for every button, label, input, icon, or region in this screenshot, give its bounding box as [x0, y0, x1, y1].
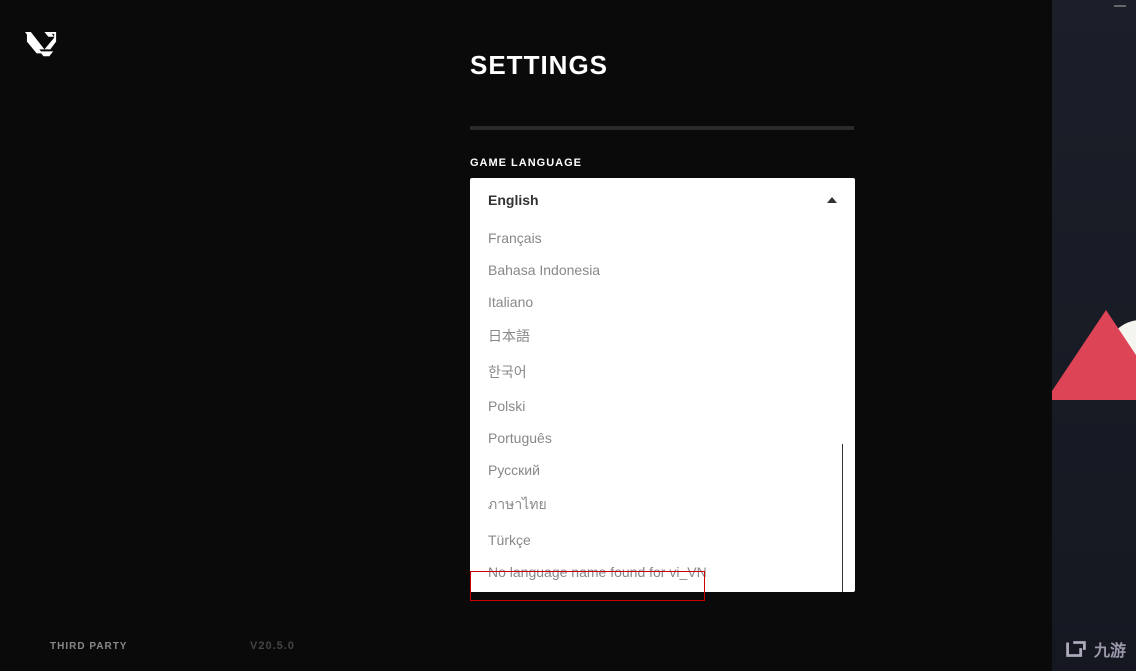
language-option-polski[interactable]: Polski: [470, 390, 855, 422]
language-option-vivn[interactable]: No language name found for vi_VN: [470, 556, 855, 588]
language-dropdown-options: Français Bahasa Indonesia Italiano 日本語 한…: [470, 222, 855, 592]
language-option-portugues[interactable]: Português: [470, 422, 855, 454]
language-dropdown[interactable]: English Français Bahasa Indonesia Italia…: [470, 178, 855, 592]
language-option-korean[interactable]: 한국어: [470, 354, 855, 390]
language-option-russian[interactable]: Русский: [470, 454, 855, 486]
language-option-chinese-traditional[interactable]: 中文（繁體）: [470, 588, 855, 592]
watermark-text: 九游: [1094, 637, 1126, 661]
watermark-logo-icon: [1062, 635, 1090, 663]
section-divider: [470, 126, 854, 130]
language-option-italiano[interactable]: Italiano: [470, 286, 855, 318]
language-option-japanese[interactable]: 日本語: [470, 318, 855, 354]
right-panel: [1052, 0, 1136, 671]
chevron-up-icon: [827, 197, 837, 203]
language-option-turkce[interactable]: Türkçe: [470, 524, 855, 556]
page-title: SETTINGS: [470, 50, 608, 81]
language-option-bahasa[interactable]: Bahasa Indonesia: [470, 254, 855, 286]
main-container: SETTINGS GAME LANGUAGE English Français …: [0, 0, 1052, 671]
valorant-logo-icon: [25, 30, 60, 60]
language-option-francais[interactable]: Français: [470, 222, 855, 254]
language-dropdown-selected[interactable]: English: [470, 178, 855, 222]
language-option-thai[interactable]: ภาษาไทย: [470, 486, 855, 524]
version-label: V20.5.0: [250, 640, 295, 652]
language-dropdown-selected-text: English: [488, 192, 539, 208]
third-party-label: THIRD PARTY: [50, 641, 127, 652]
minimize-icon[interactable]: [1114, 5, 1126, 7]
decorative-triangle: [1052, 310, 1136, 400]
section-label-game-language: GAME LANGUAGE: [470, 157, 582, 169]
scrollbar-track[interactable]: [842, 444, 843, 592]
watermark: 九游: [1062, 635, 1126, 663]
